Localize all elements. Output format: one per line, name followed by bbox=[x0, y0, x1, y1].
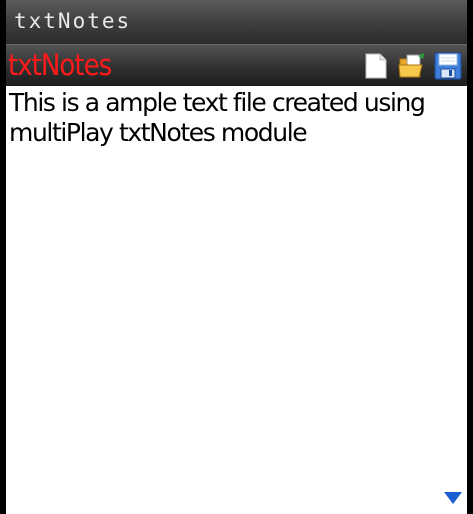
app-window: txtNotes txtNotes This is a ample text f… bbox=[0, 0, 473, 514]
toolbar bbox=[361, 49, 463, 83]
device-frame-right bbox=[467, 0, 473, 514]
app-title: txtNotes bbox=[8, 48, 112, 82]
open-folder-icon bbox=[398, 53, 424, 78]
system-title: txtNotes bbox=[14, 9, 132, 33]
app-header-bar: txtNotes bbox=[6, 44, 467, 86]
new-document-button[interactable] bbox=[361, 51, 391, 81]
save-file-button[interactable] bbox=[433, 51, 463, 81]
save-disk-icon bbox=[434, 52, 462, 80]
open-file-button[interactable] bbox=[397, 51, 427, 81]
scroll-down-arrow-icon[interactable] bbox=[443, 491, 463, 505]
new-document-icon bbox=[365, 53, 387, 79]
note-editor[interactable]: This is a ample text file created using … bbox=[9, 88, 461, 488]
system-title-bar: txtNotes bbox=[6, 0, 467, 44]
